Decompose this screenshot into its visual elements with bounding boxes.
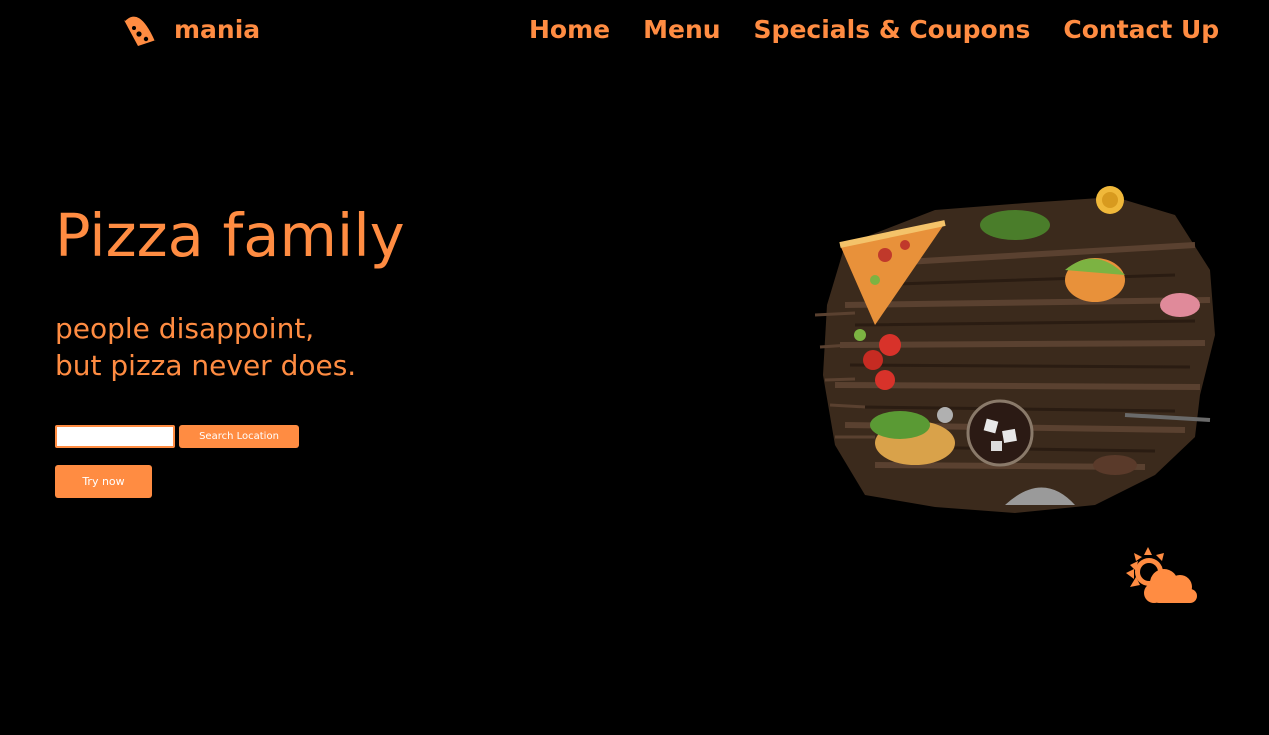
nav-home[interactable]: Home [529,13,610,47]
nav-menu[interactable]: Menu [643,13,720,47]
sun-cloud-icon[interactable] [1122,545,1200,607]
hero-tagline: people disappoint, but pizza never does. [55,310,356,384]
search-location-button[interactable]: Search Location [179,425,299,448]
nav-contact[interactable]: Contact Up [1063,13,1219,47]
nav-specials-coupons[interactable]: Specials & Coupons [754,13,1031,47]
location-search-input[interactable] [55,425,175,448]
hero-title: Pizza family [55,201,405,270]
tagline-line-1: people disappoint, [55,312,315,345]
pizza-slice-icon [122,13,158,46]
tagline-line-2: but pizza never does. [55,349,357,382]
pizza-table-illustration [815,186,1215,513]
brand-name: mania [174,14,261,44]
brand-logo[interactable]: mania [120,10,260,48]
main-nav: Home Menu Specials & Coupons Contact Up [529,13,1219,47]
try-now-button[interactable]: Try now [55,465,152,498]
